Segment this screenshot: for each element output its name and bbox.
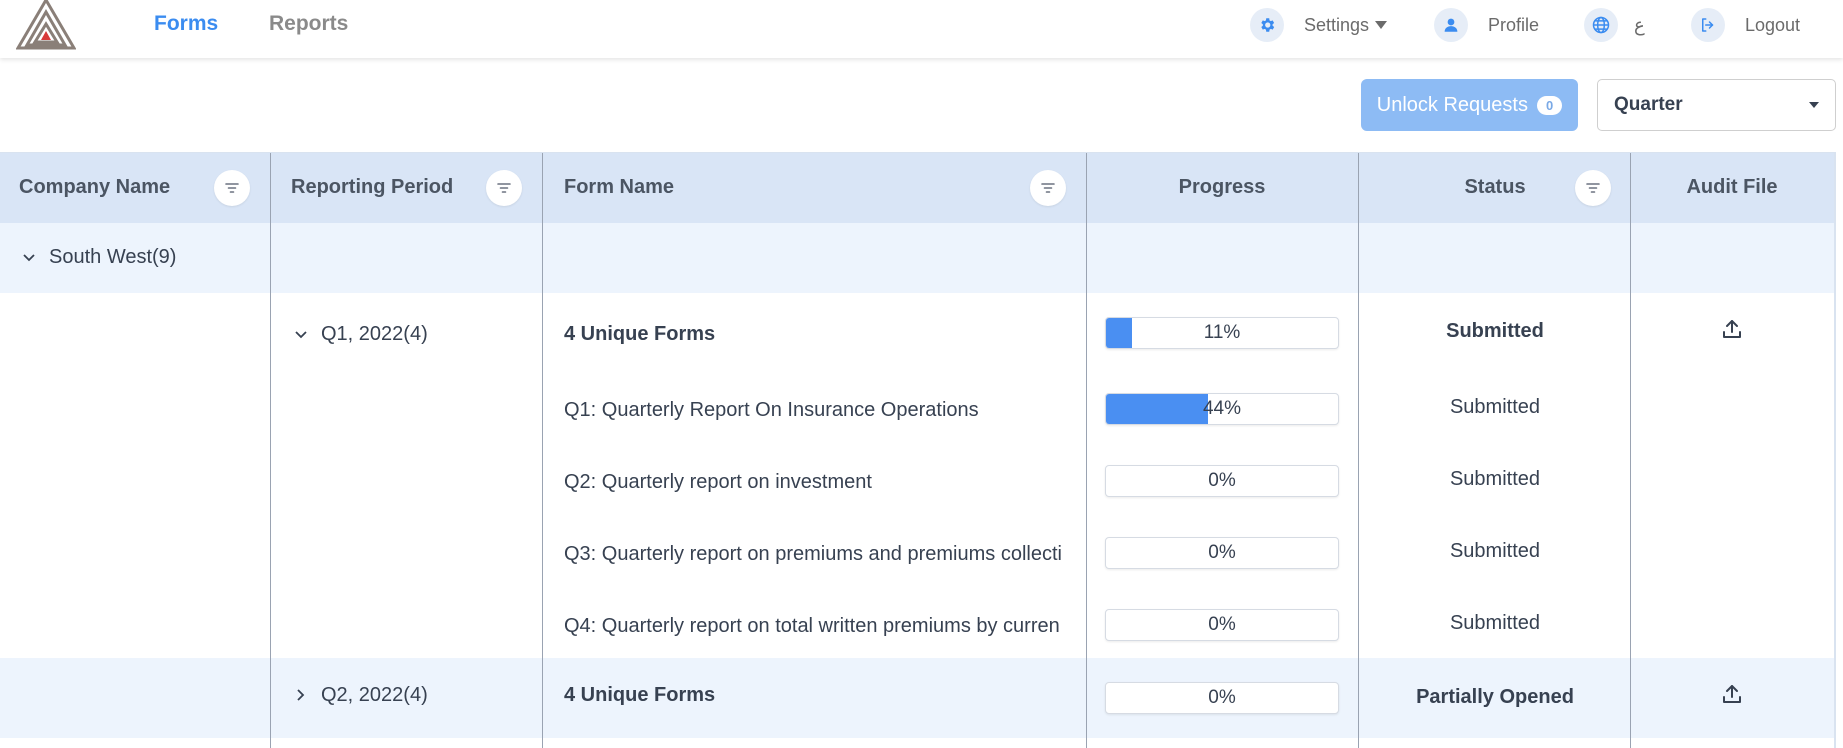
status-form-2: Submitted	[1449, 468, 1541, 490]
filter-icon[interactable]	[486, 170, 522, 206]
progress-bar-form-1: 44%	[1105, 393, 1339, 425]
period-select-value: Quarter	[1614, 94, 1683, 115]
column-divider	[1630, 153, 1631, 748]
filter-icon[interactable]	[214, 170, 250, 206]
status-form-1: Submitted	[1449, 396, 1541, 418]
progress-bar-q2-summary: 0%	[1105, 682, 1339, 714]
period-label-q2[interactable]: Q2, 2022(4)	[321, 684, 428, 707]
form-summary-q2: 4 Unique Forms	[564, 684, 716, 706]
profile-link[interactable]: Profile	[1434, 8, 1539, 42]
logout-icon	[1691, 8, 1725, 42]
globe-icon	[1584, 8, 1618, 42]
column-header-progress: Progress	[1178, 176, 1266, 198]
filter-icon[interactable]	[1030, 170, 1066, 206]
chevron-down-icon	[1809, 102, 1819, 108]
language-toggle[interactable]: ع	[1584, 8, 1645, 42]
gear-icon	[1250, 8, 1284, 42]
forms-table: Company Name Reporting Period Form Name …	[0, 152, 1836, 748]
chevron-down-icon[interactable]	[22, 253, 36, 263]
period-type-select[interactable]: Quarter	[1597, 79, 1836, 131]
column-divider	[270, 153, 271, 748]
filter-icon[interactable]	[1575, 170, 1611, 206]
progress-value: 44%	[1202, 398, 1242, 419]
status-q2-summary: Partially Opened	[1416, 686, 1574, 708]
column-divider	[1086, 153, 1087, 748]
progress-bar-form-4: 0%	[1105, 609, 1339, 641]
unlock-requests-button[interactable]: Unlock Requests 0	[1361, 79, 1578, 131]
profile-label: Profile	[1488, 14, 1540, 35]
form-summary-q1: 4 Unique Forms	[564, 323, 716, 345]
column-header-company: Company Name	[19, 176, 171, 198]
company-logo[interactable]	[16, 0, 76, 50]
company-group-label: South West(9)	[49, 246, 177, 268]
settings-menu[interactable]: Settings	[1250, 8, 1388, 42]
form-name-q1-2[interactable]: Q2: Quarterly report on investment	[564, 471, 872, 494]
upload-icon[interactable]	[1720, 682, 1744, 706]
progress-value: 0%	[1208, 687, 1236, 708]
form-name-q1-1[interactable]: Q1: Quarterly Report On Insurance Operat…	[564, 399, 979, 422]
status-form-4: Submitted	[1449, 612, 1541, 634]
nav-reports[interactable]: Reports	[269, 12, 348, 36]
progress-bar-q1-summary: 11%	[1105, 317, 1339, 349]
column-header-reporting-period: Reporting Period	[291, 176, 454, 198]
status-form-3: Submitted	[1449, 540, 1541, 562]
language-label: ع	[1634, 14, 1645, 35]
chevron-down-icon	[1375, 21, 1388, 29]
chevron-down-icon[interactable]	[294, 330, 308, 340]
form-name-q1-4[interactable]: Q4: Quarterly report on total written pr…	[564, 615, 1060, 638]
logout-label: Logout	[1745, 14, 1801, 35]
status-q1-summary: Submitted	[1446, 320, 1544, 342]
progress-value: 11%	[1203, 322, 1241, 343]
unlock-count-badge: 0	[1536, 95, 1563, 115]
settings-label: Settings	[1304, 14, 1370, 35]
column-header-form-name: Form Name	[564, 176, 675, 198]
top-navbar: Forms Reports Settings Profile ع Logout	[0, 0, 1843, 58]
user-icon	[1434, 8, 1468, 42]
column-divider	[1358, 153, 1359, 748]
table-header-row: Company Name Reporting Period Form Name …	[0, 153, 1834, 223]
column-divider	[542, 153, 543, 748]
progress-value: 0%	[1208, 470, 1236, 491]
period-label-q1[interactable]: Q1, 2022(4)	[321, 323, 428, 346]
logout-button[interactable]: Logout	[1691, 8, 1800, 42]
unlock-requests-label: Unlock Requests	[1376, 93, 1528, 116]
progress-bar-form-2: 0%	[1105, 465, 1339, 497]
group-row-company[interactable]: South West(9)	[0, 223, 1834, 293]
nav-forms[interactable]: Forms	[154, 12, 218, 36]
upload-icon[interactable]	[1720, 317, 1744, 341]
column-header-audit-file: Audit File	[1686, 176, 1778, 198]
chevron-right-icon[interactable]	[296, 688, 306, 702]
progress-value: 0%	[1208, 614, 1236, 635]
form-name-q1-3[interactable]: Q3: Quarterly report on premiums and pre…	[564, 543, 1062, 566]
progress-bar-form-3: 0%	[1105, 537, 1339, 569]
progress-value: 0%	[1208, 542, 1236, 563]
